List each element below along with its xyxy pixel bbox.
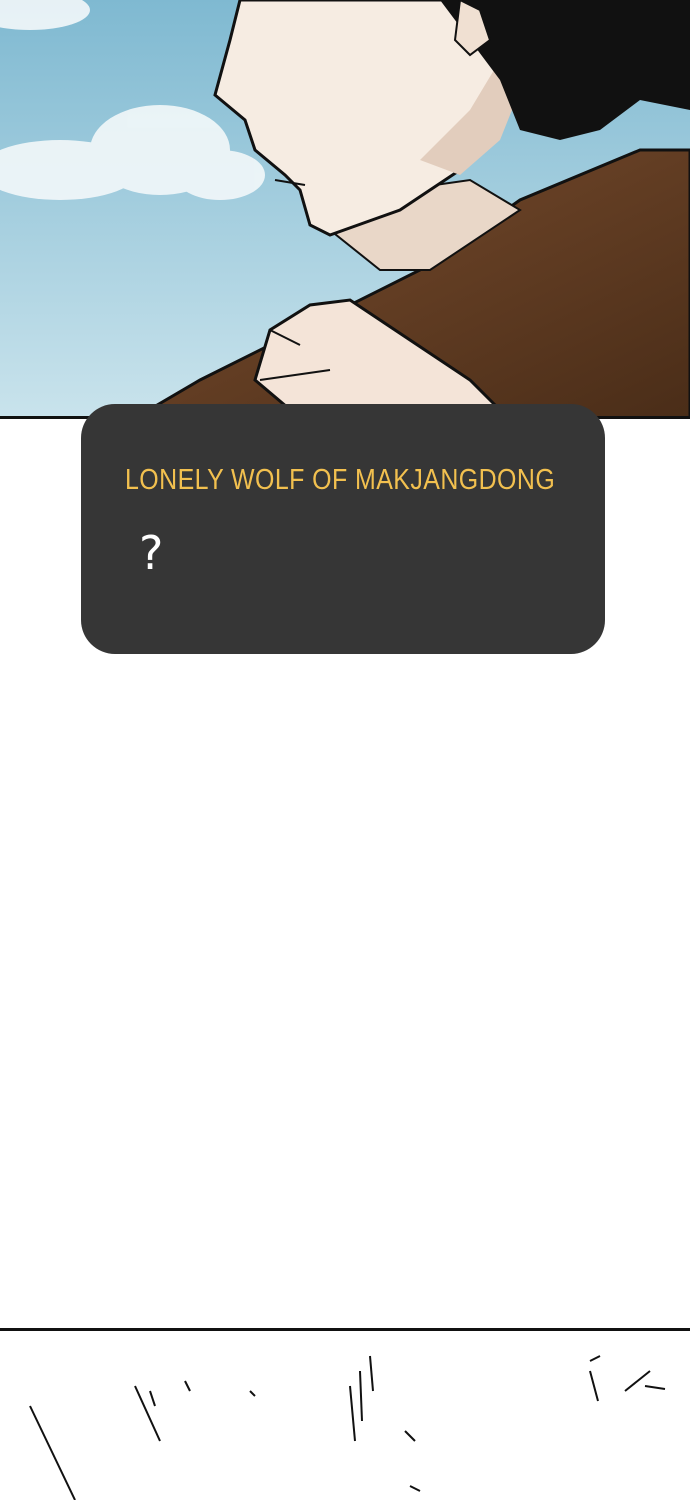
caption-line: ?	[139, 526, 164, 580]
character-illustration	[0, 0, 690, 418]
caption-speaker: LONELY WOLF OF MAKJANGDONG	[125, 464, 556, 496]
speed-lines	[29, 1355, 666, 1501]
caption-box: LONELY WOLF OF MAKJANGDONG ?	[81, 404, 605, 654]
comic-panel-bottom	[0, 1331, 690, 1501]
comic-panel-top	[0, 0, 690, 418]
